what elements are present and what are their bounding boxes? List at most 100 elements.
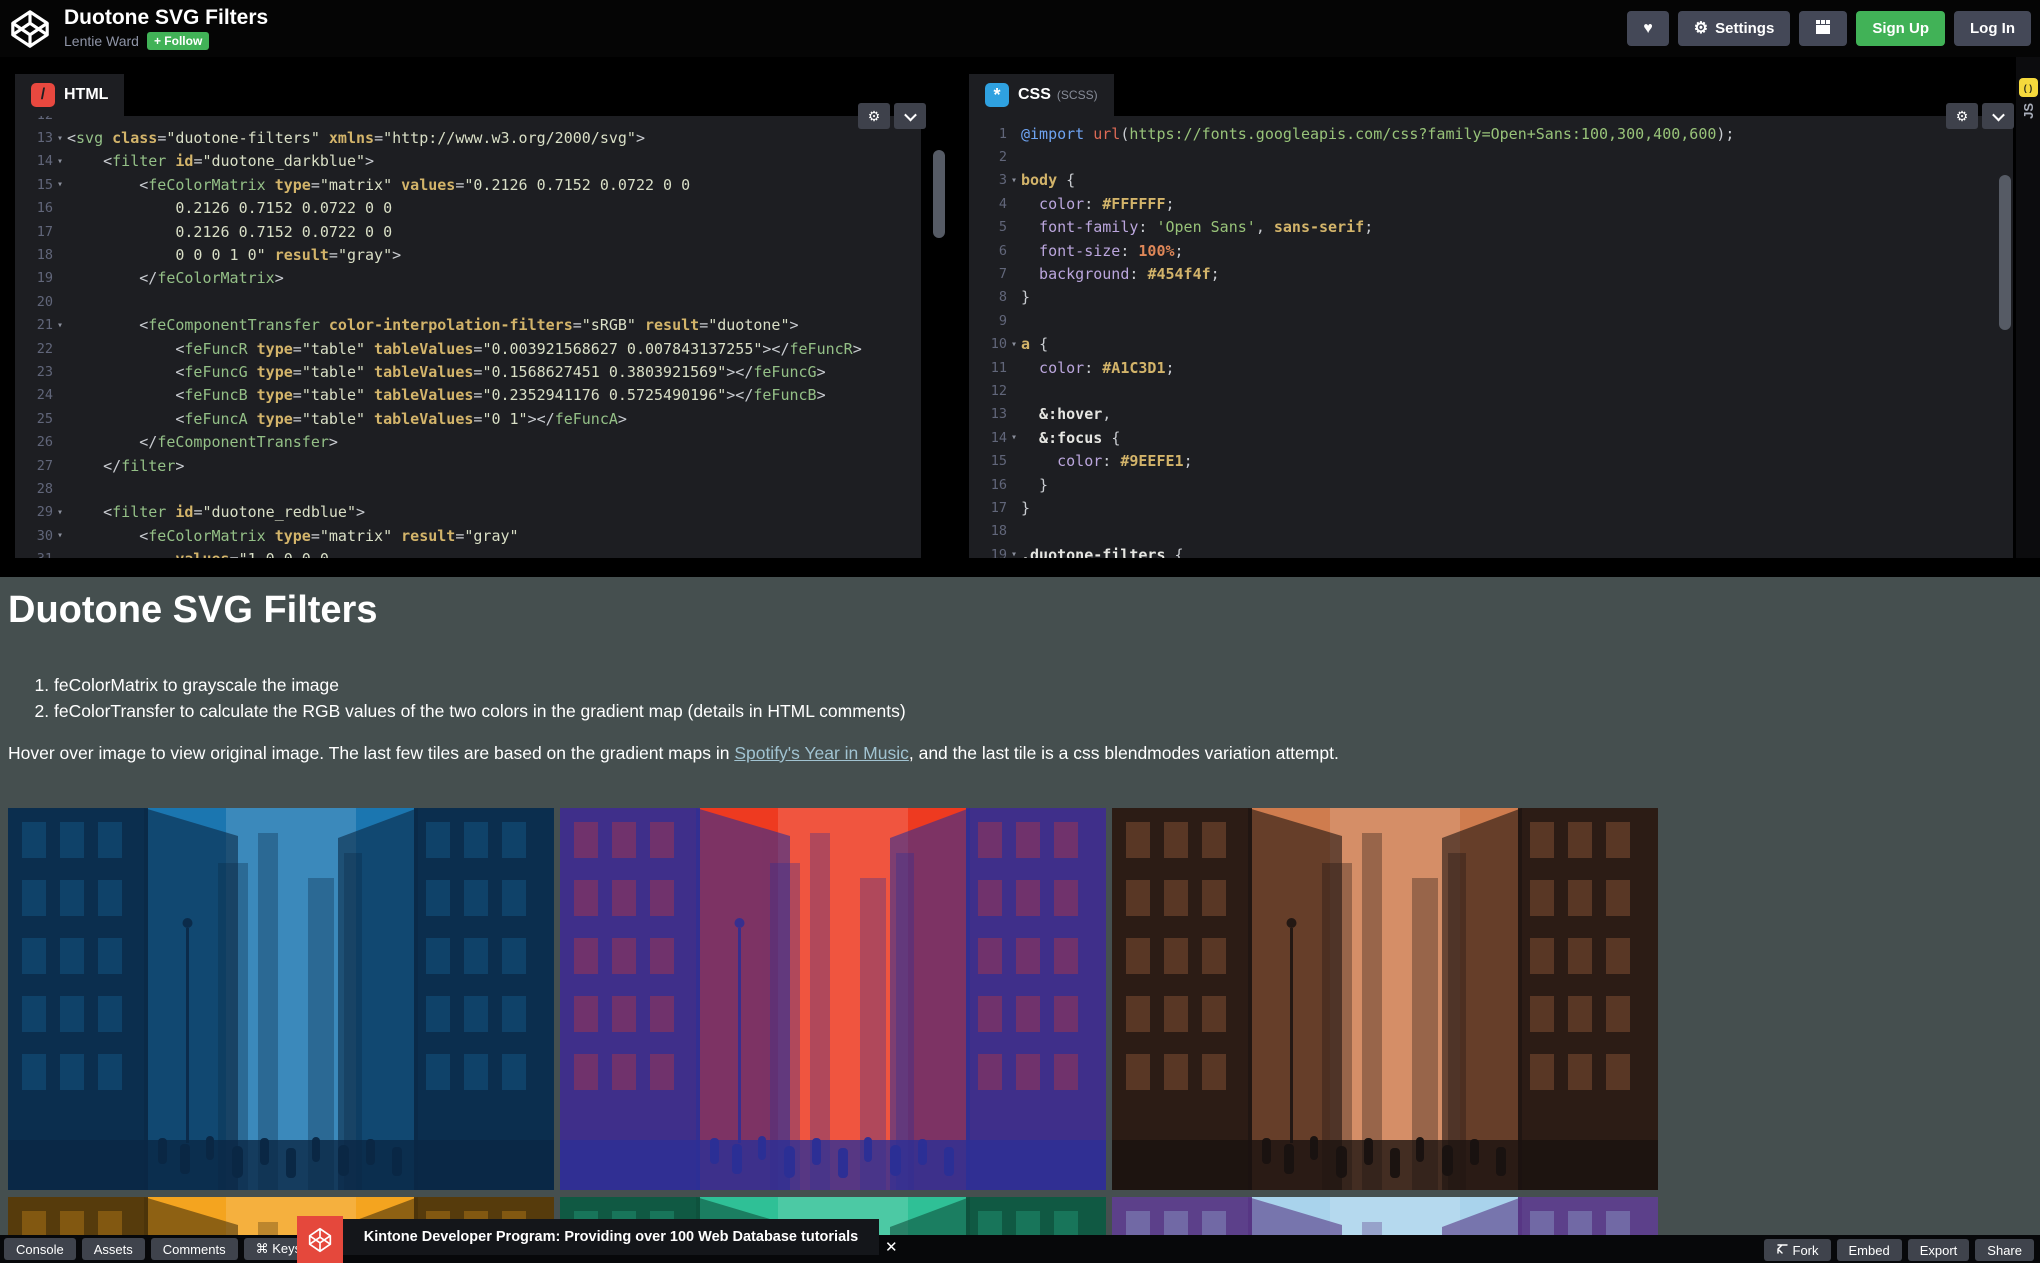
ad-sponsor-icon[interactable] [297, 1216, 343, 1263]
code-line[interactable]: 12 [969, 379, 2013, 402]
code-line[interactable]: 31 values="1 0 0 0 0 [15, 547, 921, 558]
code-line[interactable]: 13 &:hover, [969, 403, 2013, 426]
code-line[interactable]: 29▾ <filter id="duotone_redblue"> [15, 501, 921, 524]
fold-arrow-icon[interactable]: ▾ [53, 507, 67, 518]
pen-title: Duotone SVG Filters [64, 6, 268, 30]
code-line[interactable]: 21▾ <feComponentTransfer color-interpola… [15, 314, 921, 337]
line-number: 14 [15, 153, 53, 169]
code-line[interactable]: 12 [15, 116, 921, 126]
js-collapsed-panel[interactable]: ( ) JS [2016, 57, 2040, 558]
css-code-area[interactable]: 1@import url(https://fonts.googleapis.co… [969, 116, 2013, 558]
code-line[interactable]: 15 color: #9EEFE1; [969, 449, 2013, 472]
ad-banner[interactable]: Kintone Developer Program: Providing ove… [343, 1219, 879, 1255]
code-line[interactable]: 30▾ <feColorMatrix type="matrix" result=… [15, 524, 921, 547]
duotone-darkblue[interactable] [8, 808, 554, 1190]
css-collapse-button[interactable] [1982, 103, 2014, 129]
html-settings-button[interactable]: ⚙ [858, 103, 890, 129]
line-number: 16 [969, 477, 1007, 493]
fold-arrow-icon[interactable]: ▾ [53, 133, 67, 144]
paragraph-text: , and the last tile is a css blendmodes … [909, 743, 1339, 763]
line-number: 31 [15, 551, 53, 558]
code-line[interactable]: 18 0 0 0 1 0" result="gray"> [15, 243, 921, 266]
console-button[interactable]: Console [4, 1238, 76, 1260]
code-line[interactable]: 3▾body { [969, 169, 2013, 192]
code-line[interactable]: 2 [969, 145, 2013, 168]
code-line[interactable]: 11 color: #A1C3D1; [969, 356, 2013, 379]
css-settings-button[interactable]: ⚙ [1946, 103, 1978, 129]
html-code-area[interactable]: 1213▾<svg class="duotone-filters" xmlns=… [15, 116, 921, 558]
duotone-dark-orange[interactable] [1112, 808, 1658, 1190]
code-line[interactable]: 8} [969, 286, 2013, 309]
code-line[interactable]: 16 0.2126 0.7152 0.0722 0 0 [15, 197, 921, 220]
embed-button[interactable]: Embed [1837, 1239, 1902, 1261]
gear-icon: ⚙ [1694, 21, 1708, 37]
code-line[interactable]: 18 [969, 520, 2013, 543]
follow-button[interactable]: + Follow [147, 32, 209, 50]
assets-button[interactable]: Assets [82, 1238, 145, 1260]
close-ad-button[interactable]: ✕ [885, 1238, 898, 1256]
line-number: 15 [15, 177, 53, 193]
code-line[interactable]: 19▾.duotone-filters { [969, 543, 2013, 558]
code-line[interactable]: 4 color: #FFFFFF; [969, 192, 2013, 215]
code-line[interactable]: 14▾ <filter id="duotone_darkblue"> [15, 150, 921, 173]
html-collapse-button[interactable] [894, 103, 926, 129]
code-line[interactable]: 25 <feFuncA type="table" tableValues="0 … [15, 407, 921, 430]
code-line[interactable]: 26 </feComponentTransfer> [15, 430, 921, 453]
fold-arrow-icon[interactable]: ▾ [1007, 549, 1021, 558]
code-line[interactable]: 20 [15, 290, 921, 313]
code-line[interactable]: 17 0.2126 0.7152 0.0722 0 0 [15, 220, 921, 243]
line-number: 4 [969, 196, 1007, 212]
settings-button[interactable]: ⚙ Settings [1678, 11, 1791, 46]
code-line[interactable]: 24 <feFuncB type="table" tableValues="0.… [15, 384, 921, 407]
js-icon[interactable]: ( ) [2019, 78, 2038, 97]
footer-left-buttons: Console Assets Comments ⌘ Keys [4, 1238, 313, 1260]
code-line[interactable]: 14▾ &:focus { [969, 426, 2013, 449]
code-line[interactable]: 19 </feColorMatrix> [15, 267, 921, 290]
code-line[interactable]: 13▾<svg class="duotone-filters" xmlns="h… [15, 126, 921, 149]
code-line[interactable]: 23 <feFuncG type="table" tableValues="0.… [15, 360, 921, 383]
like-button[interactable]: ♥ [1627, 11, 1669, 46]
code-line[interactable]: 27 </filter> [15, 454, 921, 477]
fork-button[interactable]: Fork [1764, 1239, 1831, 1261]
code-line[interactable]: 22 <feFuncR type="table" tableValues="0.… [15, 337, 921, 360]
fold-arrow-icon[interactable]: ▾ [53, 320, 67, 331]
code-line[interactable]: 16 } [969, 473, 2013, 496]
fold-arrow-icon[interactable]: ▾ [53, 179, 67, 190]
comments-button[interactable]: Comments [151, 1238, 238, 1260]
code-line[interactable]: 28 [15, 477, 921, 500]
fold-arrow-icon[interactable]: ▾ [53, 530, 67, 541]
line-number: 10 [969, 336, 1007, 352]
pen-author-link[interactable]: Lentie Ward [64, 33, 139, 49]
change-view-button[interactable] [1799, 11, 1847, 46]
duotone-redblue[interactable] [560, 808, 1106, 1190]
tab-html[interactable]: / HTML [15, 74, 124, 116]
html-editor-panel: / HTML 1213▾<svg class="duotone-filters"… [15, 74, 921, 558]
fold-arrow-icon[interactable]: ▾ [53, 156, 67, 167]
fold-arrow-icon[interactable]: ▾ [1007, 339, 1021, 350]
code-line[interactable]: 5 font-family: 'Open Sans', sans-serif; [969, 216, 2013, 239]
code-line[interactable]: 10▾a { [969, 333, 2013, 356]
list-item: feColorTransfer to calculate the RGB val… [54, 698, 906, 724]
header-actions: ♥ ⚙ Settings Sign Up Log In [1627, 11, 2031, 46]
sign-up-button[interactable]: Sign Up [1856, 11, 1945, 46]
line-number: 28 [15, 481, 53, 497]
export-button[interactable]: Export [1908, 1239, 1970, 1261]
css-editor-panel: * CSS (SCSS) 1@import url(https://fonts.… [969, 74, 2013, 558]
css-scrollbar-thumb[interactable] [1999, 175, 2011, 330]
tab-css[interactable]: * CSS (SCSS) [969, 74, 1114, 116]
code-line[interactable]: 15▾ <feColorMatrix type="matrix" values=… [15, 173, 921, 196]
code-line[interactable]: 17} [969, 496, 2013, 519]
spotify-link[interactable]: Spotify's Year in Music [734, 743, 909, 763]
line-number: 25 [15, 411, 53, 427]
code-line[interactable]: 1@import url(https://fonts.googleapis.co… [969, 122, 2013, 145]
code-line[interactable]: 9 [969, 309, 2013, 332]
code-line[interactable]: 6 font-size: 100%; [969, 239, 2013, 262]
code-line[interactable]: 7 background: #454f4f; [969, 262, 2013, 285]
fold-arrow-icon[interactable]: ▾ [1007, 432, 1021, 443]
html-scrollbar-thumb[interactable] [933, 150, 945, 238]
fold-arrow-icon[interactable]: ▾ [1007, 175, 1021, 186]
duotone-purple-blue[interactable] [1112, 1197, 1658, 1235]
codepen-logo-icon[interactable] [8, 7, 52, 51]
share-button[interactable]: Share [1975, 1239, 2034, 1261]
log-in-button[interactable]: Log In [1954, 11, 2031, 46]
